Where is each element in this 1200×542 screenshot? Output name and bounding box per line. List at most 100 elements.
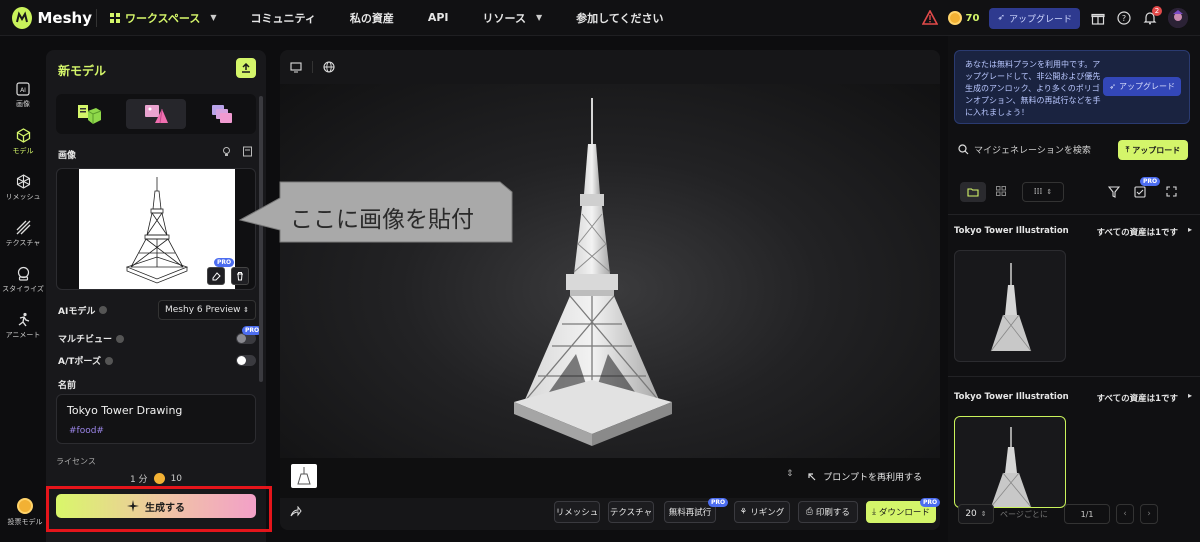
chevron-down-icon: ▼ xyxy=(210,13,217,22)
book-icon[interactable] xyxy=(242,146,253,157)
info-icon[interactable] xyxy=(104,356,113,365)
search-icon xyxy=(958,143,969,154)
filter-icon[interactable] xyxy=(1108,186,1120,198)
grid-size-select[interactable]: ⁞⁞⁞ ⇕ xyxy=(1022,182,1064,202)
ai-model-value: Meshy 6 Preview xyxy=(165,305,241,315)
avatar[interactable] xyxy=(1168,8,1188,28)
info-icon[interactable] xyxy=(99,306,108,314)
image-dropzone[interactable]: PRO xyxy=(56,168,256,290)
rail-item-stylize[interactable]: スタイライズ xyxy=(0,266,46,294)
grid-view-icon[interactable] xyxy=(996,186,1006,196)
remesh-icon xyxy=(16,174,30,189)
trash-icon[interactable] xyxy=(231,267,249,285)
text-to-3d-icon xyxy=(78,105,102,124)
help-icon[interactable]: ? xyxy=(1116,10,1132,26)
generate-button[interactable]: 生成する xyxy=(56,494,256,518)
multiview-label-wrap: マルチビュー xyxy=(58,332,125,345)
meshy-logo-icon xyxy=(12,6,32,29)
dots-grid-icon: ⁞⁞⁞ xyxy=(1033,187,1043,197)
nav-join[interactable]: 参加してください xyxy=(576,10,663,26)
rigging-icon: ⚘ xyxy=(739,507,748,517)
asset-thumbnail xyxy=(990,263,1032,352)
pose-label-wrap: A/Tポーズ xyxy=(58,354,113,367)
model-name-input[interactable]: Tokyo Tower Drawing #food# xyxy=(56,394,256,444)
download-label: ダウンロード xyxy=(878,508,930,518)
tab-multi-image-to-3d[interactable] xyxy=(193,99,253,129)
rigging-button[interactable]: ⚘ リギング xyxy=(734,501,790,523)
nav-workspace[interactable]: ワークスペース ▼ xyxy=(109,10,217,26)
stylize-icon xyxy=(17,266,29,281)
bulb-icon[interactable] xyxy=(221,146,232,157)
nav-api[interactable]: API xyxy=(428,11,449,24)
chevron-down-icon: ▼ xyxy=(535,13,543,22)
upload-icon[interactable] xyxy=(236,58,256,78)
history-thumbnail[interactable] xyxy=(291,464,317,488)
pose-label: A/Tポーズ xyxy=(58,357,101,367)
nav-resources[interactable]: リソース ▼ xyxy=(483,10,543,26)
share-icon[interactable] xyxy=(290,506,302,518)
texture-button[interactable]: テクスチャ xyxy=(608,501,654,523)
chevron-right-icon[interactable]: ▸ xyxy=(1188,225,1192,234)
nav-community[interactable]: コミュニティ xyxy=(251,10,316,26)
left-rail: AI 画像 モデル リメッシュ テクスチャ スタイライズ アニメート xyxy=(0,36,46,542)
gift-icon[interactable] xyxy=(1090,10,1106,26)
rail-item-image[interactable]: AI 画像 xyxy=(0,82,46,109)
rail-item-animate[interactable]: アニメート xyxy=(0,312,46,340)
asset-upload-button[interactable]: ⤒ アップロード xyxy=(1118,140,1188,160)
license-label: ライセンス xyxy=(56,457,96,466)
folder-view-button[interactable] xyxy=(960,182,986,202)
vote-model-button[interactable]: 投票モデル xyxy=(6,498,44,527)
reuse-prompt-button[interactable]: プロンプトを再利用する xyxy=(807,470,922,483)
rail-item-model[interactable]: モデル xyxy=(0,128,46,156)
top-right-actions: 70 ➶ アップグレード ? 2 xyxy=(921,0,1188,36)
next-page-button[interactable]: › xyxy=(1140,504,1158,524)
pose-toggle[interactable] xyxy=(236,355,256,366)
ai-model-select[interactable]: Meshy 6 Preview ⇕ xyxy=(158,300,256,320)
rail-item-remesh[interactable]: リメッシュ xyxy=(0,174,46,202)
brand-logo[interactable]: Meshy xyxy=(12,6,92,29)
pro-badge: PRO xyxy=(214,258,235,267)
eraser-icon[interactable] xyxy=(207,267,225,285)
print-button[interactable]: ⎙ 印刷する xyxy=(798,501,858,523)
credit-count: 70 xyxy=(965,12,980,24)
page-indicator[interactable]: 1/1 xyxy=(1064,504,1110,524)
name-section-label: 名前 xyxy=(58,381,77,391)
arrow-up-left-icon xyxy=(808,472,816,480)
chevron-updown-icon[interactable]: ⇕ xyxy=(786,469,794,479)
select-check-icon[interactable] xyxy=(1134,186,1146,198)
bell-icon[interactable]: 2 xyxy=(1142,6,1162,26)
vote-model-label: 投票モデル xyxy=(7,518,43,526)
tab-image-to-3d[interactable] xyxy=(125,99,186,129)
warning-icon[interactable] xyxy=(921,10,938,26)
asset-card[interactable] xyxy=(954,250,1066,362)
group-title: Tokyo Tower Illustration xyxy=(954,392,1069,402)
folder-icon xyxy=(967,188,979,197)
chevron-updown-icon: ⇕ xyxy=(243,306,249,314)
nav-my-assets[interactable]: 私の資産 xyxy=(350,10,394,26)
svg-text:?: ? xyxy=(1122,14,1126,23)
view-controls: ⁞⁞⁞ ⇕ PRO xyxy=(954,177,1190,202)
upgrade-button[interactable]: ➶ アップグレード xyxy=(989,7,1080,29)
rail-item-texture[interactable]: テクスチャ xyxy=(0,220,46,248)
asset-card-selected[interactable] xyxy=(954,416,1066,508)
model-name-value: Tokyo Tower Drawing xyxy=(67,404,183,417)
group-all-link[interactable]: すべての資産は1です xyxy=(1097,226,1178,238)
top-divider xyxy=(96,8,97,27)
nav-resources-label: リソース xyxy=(482,11,526,25)
page-size-select[interactable]: 20 ⇕ xyxy=(958,504,994,524)
page-size-value: 20 xyxy=(965,509,977,519)
3d-canvas[interactable] xyxy=(280,84,940,458)
prev-page-button[interactable]: ‹ xyxy=(1116,504,1134,524)
group-all-link[interactable]: すべての資産は1です xyxy=(1097,392,1178,404)
tab-text-to-3d[interactable] xyxy=(59,99,119,129)
search-input[interactable]: マイジェネレーションを検索 xyxy=(954,138,1110,160)
chevron-right-icon[interactable]: ▸ xyxy=(1188,391,1192,400)
model-tag: #food# xyxy=(69,426,104,436)
expand-icon[interactable] xyxy=(1166,186,1177,197)
remesh-button[interactable]: リメッシュ xyxy=(554,501,600,523)
credit-balance[interactable]: 70 xyxy=(947,11,980,25)
globe-icon[interactable] xyxy=(323,61,335,73)
promo-upgrade-button[interactable]: ➶ アップグレード xyxy=(1103,77,1181,96)
info-icon[interactable] xyxy=(116,334,125,343)
monitor-icon[interactable] xyxy=(290,61,302,73)
